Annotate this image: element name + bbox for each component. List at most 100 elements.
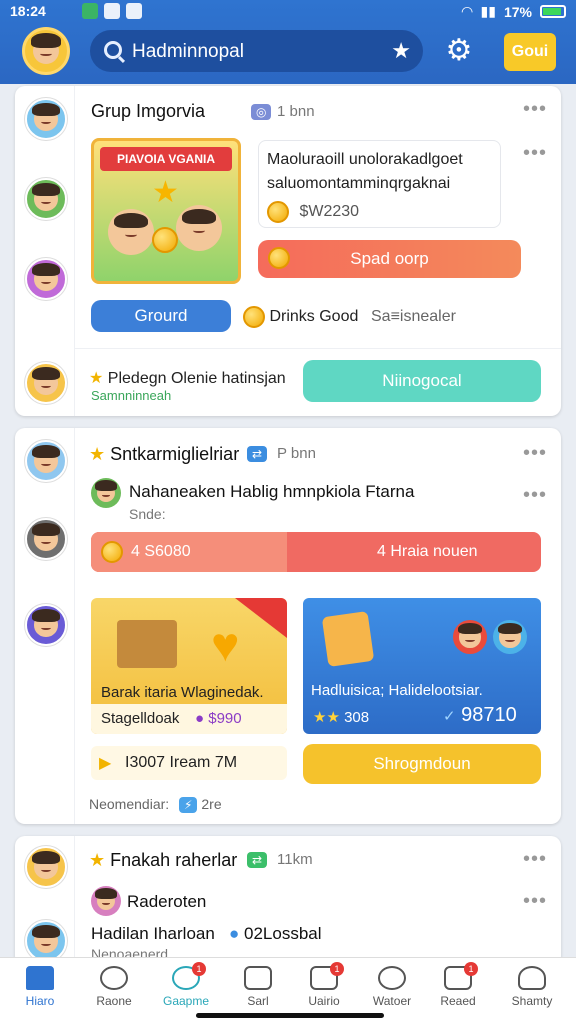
more-icon[interactable]: ••• [523,485,547,505]
nav-store[interactable]: 1 Uairio [292,962,356,1008]
app-header: 18:24 ◠ ▮▮ 17% Hadminnopal ★ ⚙ Goui [0,0,576,84]
nav-home[interactable]: Hiaro [8,966,72,1008]
battery-text: 17% [503,3,532,20]
product-tile[interactable]: ♥ Barak itaria Wlaginedak. Stagelldoak ●… [91,598,287,734]
avatar[interactable] [25,440,67,482]
promo-box: Maoluraoill unolorakadlgoet saluomontamm… [258,140,501,228]
link-icon: ● [229,924,240,943]
avatar[interactable] [25,846,67,888]
more-icon[interactable]: ••• [523,443,547,463]
offer-right: 4 Hraia nouen [377,543,478,560]
home-indicator[interactable] [196,1013,384,1018]
drinks-link[interactable]: Drinks Good [243,306,358,328]
tile-title: Hadluisica; Halidelootsiar. [311,682,483,699]
character-icon [108,209,154,255]
coin-icon [152,227,178,253]
search-text: Hadminnopal [132,41,244,62]
shop-button[interactable]: Shrogmdoun [303,744,541,784]
notification-dot: 1 [192,962,206,976]
secondary-link[interactable]: Sa≡isnealer [371,308,456,326]
send-button[interactable]: Spad oorp [258,240,521,278]
avatar[interactable] [25,604,67,646]
group-button[interactable]: Grourd [91,300,231,332]
friends-icon [378,966,406,990]
group-badge: ◎ [251,104,272,120]
notification-dot: 1 [330,962,344,976]
banner-ribbon: PIAVOIA VGANIA [100,147,232,171]
verified-icon: ✓ [443,708,456,725]
nav-gift[interactable]: 1 Reaed [426,962,490,1008]
character-icon [176,205,222,251]
card-title: Grup Imgorvia [91,101,206,121]
message-icon [126,3,142,19]
star-icon: ★ [89,850,106,870]
promo-amount: $W2230 [299,203,360,221]
tile-price: $990 [208,710,242,727]
footer-button[interactable]: Niinogocal [303,360,541,402]
play-icon: ▶ [99,755,112,772]
avatar[interactable] [25,920,67,962]
avatar[interactable] [25,258,67,300]
more-icon[interactable]: ••• [523,891,547,911]
search-icon [100,966,128,990]
search-input[interactable]: Hadminnopal ★ [90,30,423,72]
location-icon [104,3,120,19]
info-row[interactable]: ▶ I3007 Iream 7M [91,746,287,780]
promo-line: Maoluraoill unolorakadlgoet [267,151,463,168]
poster-name: Raderoten [127,892,207,911]
heart-icon: ♥ [211,619,240,672]
status-bar: 18:24 ◠ ▮▮ 17% [0,0,576,24]
status-time: 18:24 [10,3,46,19]
divider [75,348,561,349]
more-icon[interactable]: ••• [523,143,547,163]
nav-search[interactable]: Raone [82,966,146,1008]
character-icon [493,620,527,654]
star-icon[interactable]: ★ [391,38,411,64]
tile-price: 98710 [461,704,517,726]
avatar[interactable] [25,518,67,560]
signal-icon: ▮▮ [480,3,496,19]
book-icon [321,611,375,667]
header-action-button[interactable]: Goui [504,33,556,71]
nav-friends[interactable]: Watoer [360,966,424,1008]
offer-bar[interactable]: 4 S6080 4 Hraia nouen [91,532,541,572]
treasure-chest-icon [117,620,177,668]
card-title: Fnakah raherlar [110,850,238,870]
rating-stars-icon: ★★ [313,709,340,726]
store-icon: 1 [310,962,344,990]
tile-rating: 308 [344,709,370,726]
avatar[interactable] [25,362,67,404]
notification-dot: 1 [464,962,478,976]
nav-profile[interactable]: Shamty [500,966,564,1008]
gear-icon[interactable]: ⚙ [444,36,474,66]
info-text: I3007 Iream 7M [125,754,238,771]
sale-ribbon-icon [235,598,287,638]
nav-games[interactable]: 1 Gaapme [154,962,218,1008]
character-icon [453,620,487,654]
avatar[interactable] [25,178,67,220]
coin-icon [268,247,290,269]
offer-left: 4 S6080 [131,543,191,560]
tile-sub: Stagelldoak [101,710,180,727]
nav-list[interactable]: Sarl [226,966,290,1008]
profile-avatar[interactable] [22,27,70,75]
gift-icon: 1 [444,962,478,990]
coin-icon [243,306,265,328]
more-icon[interactable]: ••• [523,99,547,119]
notification-icon [82,3,98,19]
card-title: Sntkarmiglielriar [110,444,240,464]
search-icon [104,41,122,59]
avatar[interactable] [91,886,121,916]
gem-icon: ● [195,710,205,727]
post-time: 1 bnn [277,103,315,120]
product-tile[interactable]: Hadluisica; Halidelootsiar. ★★ 308 ✓ 987… [303,598,541,734]
games-icon: 1 [172,962,206,990]
avatar[interactable] [91,478,121,508]
promo-image[interactable]: PIAVOIA VGANIA ★ [91,138,241,284]
avatar[interactable] [25,98,67,140]
post-time: P bnn [277,445,316,462]
more-icon[interactable]: ••• [523,849,547,869]
wifi-icon: ◠ [461,3,473,19]
tag-badge: ⇄ [247,446,268,462]
post-time: 11km [277,851,313,868]
